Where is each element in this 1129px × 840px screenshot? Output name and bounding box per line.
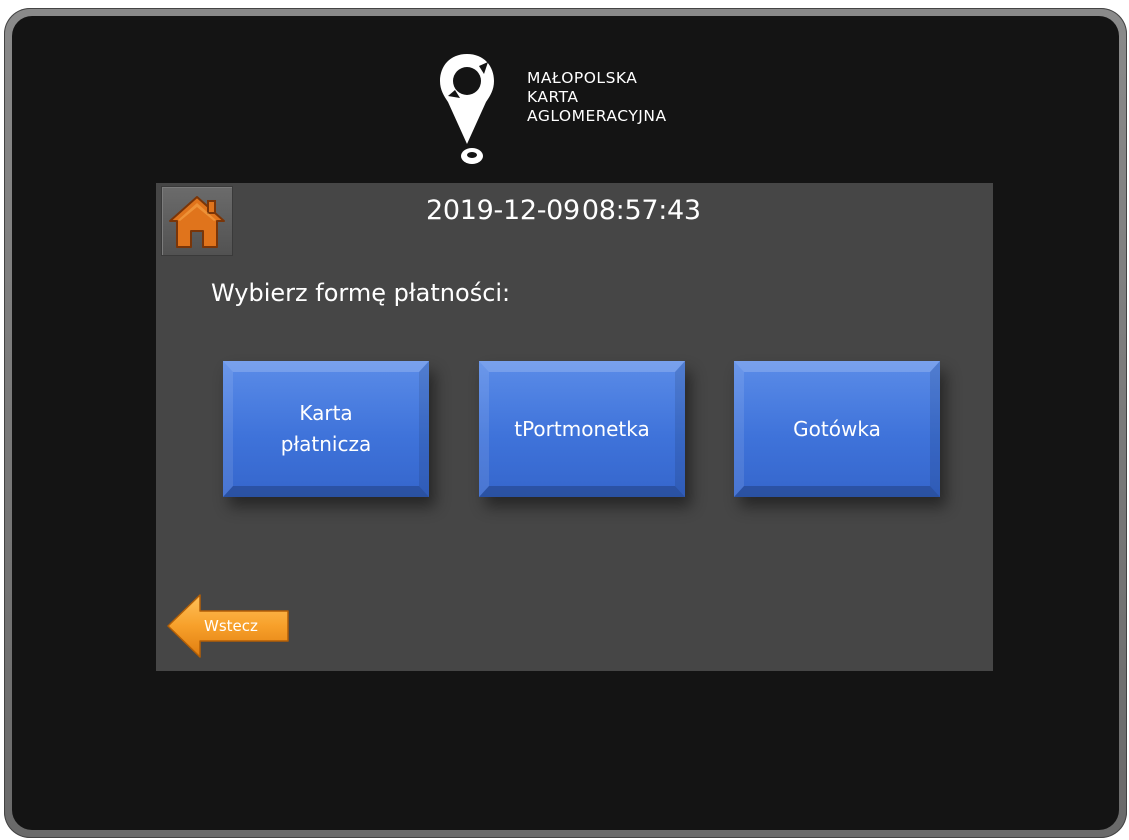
brand-name: MAŁOPOLSKA KARTA AGLOMERACYJNA bbox=[527, 69, 667, 126]
brand-logo: MAŁOPOLSKA KARTA AGLOMERACYJNA bbox=[438, 52, 718, 167]
brand-line-2: KARTA bbox=[527, 88, 579, 106]
payment-panel: 2019-12-0908:57:43 Wybierz formę płatnoś… bbox=[156, 183, 993, 671]
pay-card-button[interactable]: Karta płatnicza bbox=[223, 361, 429, 497]
home-button[interactable] bbox=[161, 186, 233, 256]
pay-card-label: Karta płatnicza bbox=[280, 401, 372, 456]
back-label: Wstecz bbox=[204, 617, 258, 635]
pay-tportmonetka-label: tPortmonetka bbox=[514, 416, 650, 441]
pay-cash-button[interactable]: Gotówka bbox=[734, 361, 940, 497]
date-text: 2019-12-09 bbox=[426, 195, 580, 226]
pay-tportmonetka-button[interactable]: tPortmonetka bbox=[479, 361, 685, 497]
time-text: 08:57:43 bbox=[581, 195, 701, 226]
pay-cash-label: Gotówka bbox=[793, 416, 881, 441]
back-button[interactable]: Wstecz bbox=[166, 593, 292, 659]
brand-line-1: MAŁOPOLSKA bbox=[527, 69, 638, 87]
home-icon bbox=[169, 196, 225, 248]
brand-line-3: AGLOMERACYJNA bbox=[527, 107, 667, 125]
payment-prompt: Wybierz formę płatności: bbox=[211, 279, 511, 307]
datetime-display: 2019-12-0908:57:43 bbox=[426, 195, 701, 226]
map-pin-logo-icon bbox=[440, 54, 494, 164]
